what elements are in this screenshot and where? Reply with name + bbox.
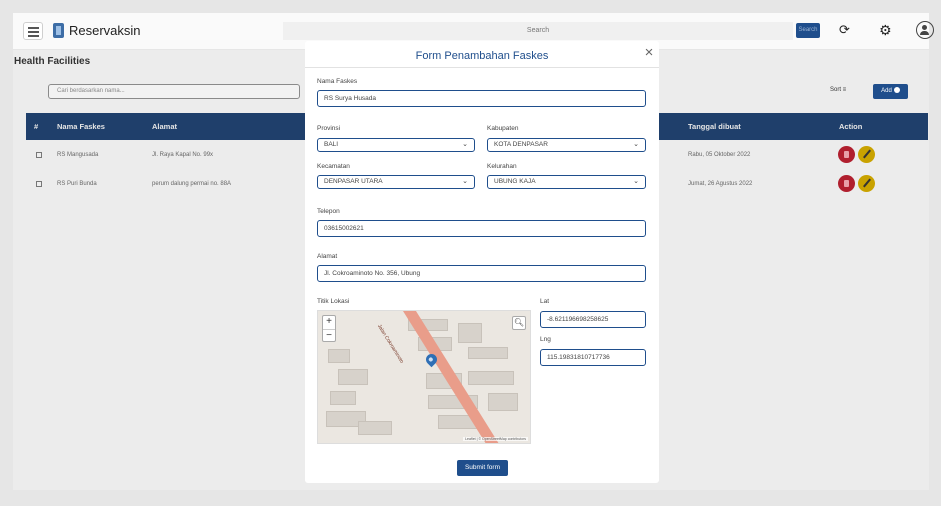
column-header-address: Alamat — [152, 122, 178, 131]
kelurahan-value: UBUNG KAJA — [494, 178, 536, 185]
map-search-icon[interactable]: 🔍︎ — [512, 316, 526, 330]
map-building — [328, 349, 350, 363]
provinsi-select[interactable]: BALI ⌄ — [317, 138, 475, 152]
add-button[interactable]: Add — [873, 84, 908, 99]
row-checkbox[interactable] — [36, 181, 42, 187]
column-header-name: Nama Faskes — [57, 122, 105, 131]
edit-button[interactable] — [858, 175, 875, 192]
lng-label: Lng — [540, 336, 551, 343]
row-checkbox[interactable] — [36, 152, 42, 158]
gear-icon[interactable]: ⚙ — [879, 23, 893, 37]
telepon-label: Telepon — [317, 208, 340, 215]
kecamatan-select[interactable]: DENPASAR UTARA ⌄ — [317, 175, 475, 189]
page-title: Health Facilities — [14, 56, 91, 67]
provinsi-label: Provinsi — [317, 125, 341, 132]
kabupaten-label: Kabupaten — [487, 125, 519, 132]
map-building — [468, 371, 514, 385]
user-avatar-icon[interactable] — [916, 21, 934, 39]
lat-label: Lat — [540, 298, 550, 305]
chevron-down-icon: ⌄ — [462, 141, 468, 148]
brand-logo — [53, 23, 64, 38]
map-building — [488, 393, 518, 411]
cell-name: RS Puri Bunda — [57, 181, 97, 187]
kecamatan-value: DENPASAR UTARA — [324, 178, 383, 185]
map-building — [468, 347, 508, 359]
delete-button[interactable] — [838, 146, 855, 163]
cell-address: Jl. Raya Kapal No. 99x — [152, 152, 214, 158]
modal-divider — [305, 67, 659, 68]
cell-address: perum dalung permai no. 88A — [152, 181, 232, 187]
map-building — [358, 421, 392, 435]
modal-title: Form Penambahan Faskes — [415, 50, 549, 62]
plus-circle-icon — [893, 87, 900, 93]
refresh-icon[interactable]: ⟳ — [839, 23, 853, 37]
map-building — [330, 391, 356, 405]
location-map[interactable]: Jalan Cokroaminoto + − 🔍︎ Leaflet | © Op… — [317, 310, 531, 444]
edit-button[interactable] — [858, 146, 875, 163]
global-search-input[interactable]: Search — [283, 22, 793, 40]
lat-field[interactable]: -8.621196698258625 — [540, 311, 646, 328]
close-icon[interactable]: × — [642, 45, 656, 60]
brand-name: Reservaksin — [69, 23, 141, 38]
submit-form-button[interactable]: Submit form — [457, 460, 508, 476]
zoom-in-button[interactable]: + — [323, 316, 335, 329]
column-header-number: # — [34, 122, 39, 131]
kabupaten-value: KOTA DENPASAR — [494, 141, 548, 148]
zoom-out-button[interactable]: − — [323, 329, 335, 342]
telepon-field[interactable]: 03615002621 — [317, 220, 646, 237]
add-label: Add — [881, 88, 892, 94]
column-header-action: Action — [839, 122, 863, 131]
map-building — [458, 323, 482, 343]
alamat-label: Alamat — [317, 253, 338, 260]
facility-search-input[interactable]: Cari berdasarkan nama... — [48, 84, 300, 99]
kelurahan-select[interactable]: UBUNG KAJA ⌄ — [487, 175, 646, 189]
kelurahan-label: Kelurahan — [487, 163, 517, 170]
sort-button[interactable]: Sort ≡ — [830, 87, 846, 93]
delete-button[interactable] — [838, 175, 855, 192]
cell-name: RS Mangusada — [57, 152, 99, 158]
cell-created: Rabu, 05 Oktober 2022 — [688, 152, 751, 158]
lng-field[interactable]: 115.19831810717736 — [540, 349, 646, 366]
map-attribution: Leaflet | © OpenStreetMap contributors — [463, 437, 528, 441]
add-facility-modal: Form Penambahan Faskes × Nama Faskes RS … — [305, 41, 659, 483]
global-search-button[interactable]: Search — [796, 23, 820, 38]
kabupaten-select[interactable]: KOTA DENPASAR ⌄ — [487, 138, 646, 152]
kecamatan-label: Kecamatan — [317, 163, 350, 170]
nama-faskes-field[interactable]: RS Surya Husada — [317, 90, 646, 107]
provinsi-value: BALI — [324, 141, 339, 148]
titik-lokasi-label: Titik Lokasi — [317, 298, 350, 305]
nama-faskes-label: Nama Faskes — [317, 78, 358, 85]
chevron-down-icon: ⌄ — [633, 141, 639, 148]
map-road-label: Jalan Cokroaminoto — [375, 323, 405, 365]
cell-created: Jumat, 26 Agustus 2022 — [688, 181, 753, 187]
chevron-down-icon: ⌄ — [633, 178, 639, 185]
alamat-field[interactable]: Jl. Cokroaminoto No. 356, Ubung — [317, 265, 646, 282]
chevron-down-icon: ⌄ — [462, 178, 468, 185]
column-header-created: Tanggal dibuat — [688, 122, 741, 131]
menu-icon[interactable] — [23, 22, 43, 40]
map-zoom-control: + − — [322, 315, 336, 342]
map-building — [338, 369, 368, 385]
